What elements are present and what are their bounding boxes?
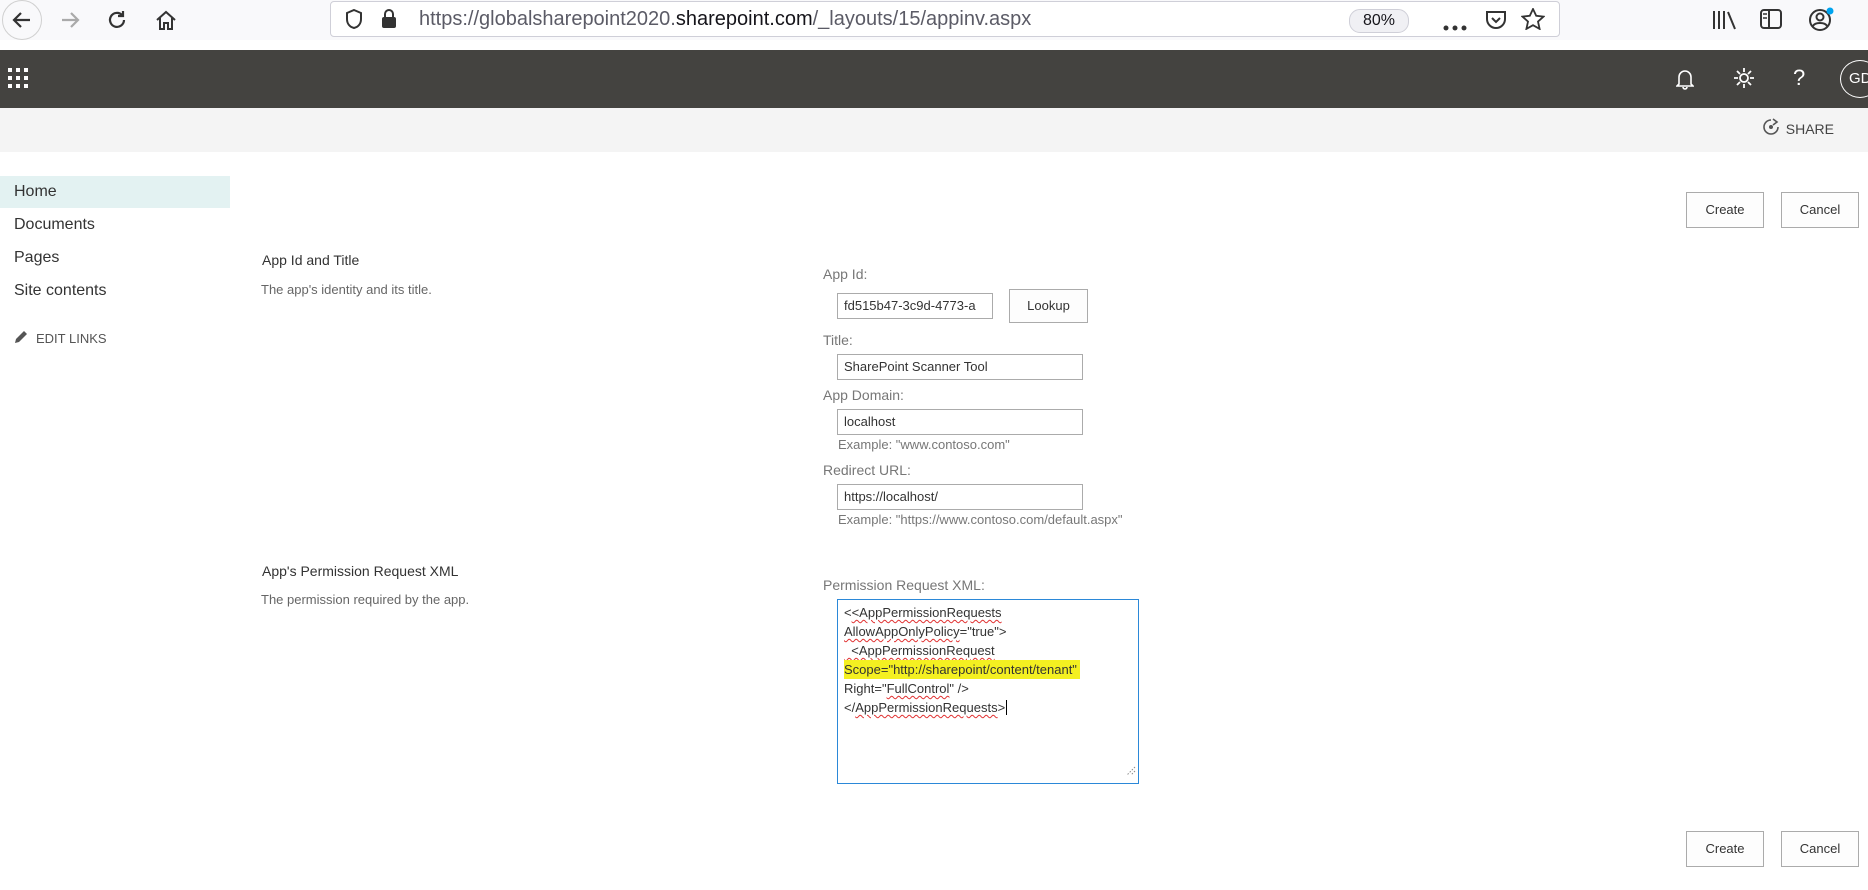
section-permission-title: App's Permission Request XML xyxy=(262,563,459,579)
title-input[interactable]: SharePoint Scanner Tool xyxy=(837,354,1083,380)
xml-line: </AppPermissionRequests> xyxy=(844,700,1011,715)
nav-item-site-contents[interactable]: Site contents xyxy=(0,275,230,307)
user-avatar[interactable]: GD xyxy=(1840,60,1868,98)
app-id-label: App Id: xyxy=(823,266,868,282)
xml-text: AppPermissionRequests xyxy=(855,700,998,715)
home-icon[interactable] xyxy=(148,2,184,38)
command-bar: SHARE xyxy=(0,108,1868,152)
permission-xml-textarea[interactable]: <<AppPermissionRequests AllowAppOnlyPoli… xyxy=(837,599,1139,784)
xml-text: <AppPermissionRequest xyxy=(844,643,995,658)
xml-line: <<AppPermissionRequests xyxy=(844,605,1002,620)
title-label: Title: xyxy=(823,332,853,348)
share-label: SHARE xyxy=(1785,120,1834,137)
url-text[interactable]: https://globalsharepoint2020.sharepoint.… xyxy=(419,8,1031,31)
settings-gear-icon[interactable] xyxy=(1733,67,1755,94)
cancel-button-top[interactable]: Cancel xyxy=(1781,192,1859,228)
app-domain-label: App Domain: xyxy=(823,387,904,403)
zoom-level-badge[interactable]: 80% xyxy=(1349,9,1409,33)
permission-xml-label: Permission Request XML: xyxy=(823,577,985,593)
xml-text: AllowAppOnlyPolicy xyxy=(844,624,960,639)
back-icon[interactable] xyxy=(2,0,42,40)
xml-line: AllowAppOnlyPolicy="true"> xyxy=(844,624,1006,639)
app-domain-example: Example: "www.contoso.com" xyxy=(838,437,1010,452)
address-bar[interactable]: https://globalsharepoint2020.sharepoint.… xyxy=(330,1,1560,37)
share-button[interactable]: SHARE xyxy=(1762,118,1834,139)
app-launcher-icon[interactable] xyxy=(8,68,28,93)
app-id-input[interactable]: fd515b47-3c9d-4773-a xyxy=(837,293,993,319)
section-app-title: App Id and Title xyxy=(262,252,360,268)
xml-text: " /> xyxy=(949,681,969,696)
redirect-url-input[interactable]: https://localhost/ xyxy=(837,484,1083,510)
edit-links-button[interactable]: EDIT LINKS xyxy=(14,330,107,347)
cancel-button-bottom[interactable]: Cancel xyxy=(1781,831,1859,867)
create-button-bottom[interactable]: Create xyxy=(1686,831,1764,867)
pencil-icon xyxy=(14,330,28,347)
xml-text: > xyxy=(997,700,1006,715)
lookup-button[interactable]: Lookup xyxy=(1009,289,1088,323)
suite-bar: ? GD xyxy=(0,50,1868,108)
library-icon[interactable] xyxy=(1712,10,1738,35)
xml-line: Right="FullControl" /> xyxy=(844,681,969,696)
share-icon xyxy=(1762,118,1780,139)
xml-text: ="true"> xyxy=(959,624,1007,639)
xml-line: Scope="http://sharepoint/content/tenant" xyxy=(844,660,1080,679)
create-button-top[interactable]: Create xyxy=(1686,192,1764,228)
reload-icon[interactable] xyxy=(99,2,135,38)
text-cursor xyxy=(1006,700,1011,715)
section-permission-description: The permission required by the app. xyxy=(261,592,470,607)
nav-item-documents[interactable]: Documents xyxy=(0,209,230,241)
resize-handle-icon[interactable] xyxy=(1126,763,1136,781)
xml-text: Right=" xyxy=(844,681,887,696)
more-actions-icon[interactable] xyxy=(1443,18,1467,36)
sidebar-icon[interactable] xyxy=(1760,9,1782,34)
browser-toolbar: https://globalsharepoint2020.sharepoint.… xyxy=(0,0,1868,40)
shield-icon[interactable] xyxy=(345,8,363,34)
notifications-bell-icon[interactable] xyxy=(1675,68,1695,95)
xml-highlighted-scope: Scope="http://sharepoint/content/tenant" xyxy=(844,660,1080,679)
xml-text: <AppPermissionRequests xyxy=(851,605,1002,620)
section-app-description: The app's identity and its title. xyxy=(261,282,432,297)
redirect-url-label: Redirect URL: xyxy=(823,462,911,478)
app-domain-input[interactable]: localhost xyxy=(837,409,1083,435)
xml-text: FullControl xyxy=(886,681,950,696)
xml-line: <AppPermissionRequest xyxy=(844,643,995,658)
account-icon[interactable] xyxy=(1808,7,1834,36)
edit-links-label: EDIT LINKS xyxy=(36,331,107,346)
xml-text: </ xyxy=(844,700,856,715)
lock-icon[interactable] xyxy=(381,9,397,34)
forward-icon[interactable] xyxy=(52,2,88,38)
help-icon[interactable]: ? xyxy=(1793,65,1805,91)
redirect-url-example: Example: "https://www.contoso.com/defaul… xyxy=(838,512,1123,527)
bookmark-star-icon[interactable] xyxy=(1520,6,1546,35)
nav-item-home[interactable]: Home xyxy=(0,176,230,208)
pocket-icon[interactable] xyxy=(1485,10,1507,35)
nav-item-pages[interactable]: Pages xyxy=(0,242,230,274)
